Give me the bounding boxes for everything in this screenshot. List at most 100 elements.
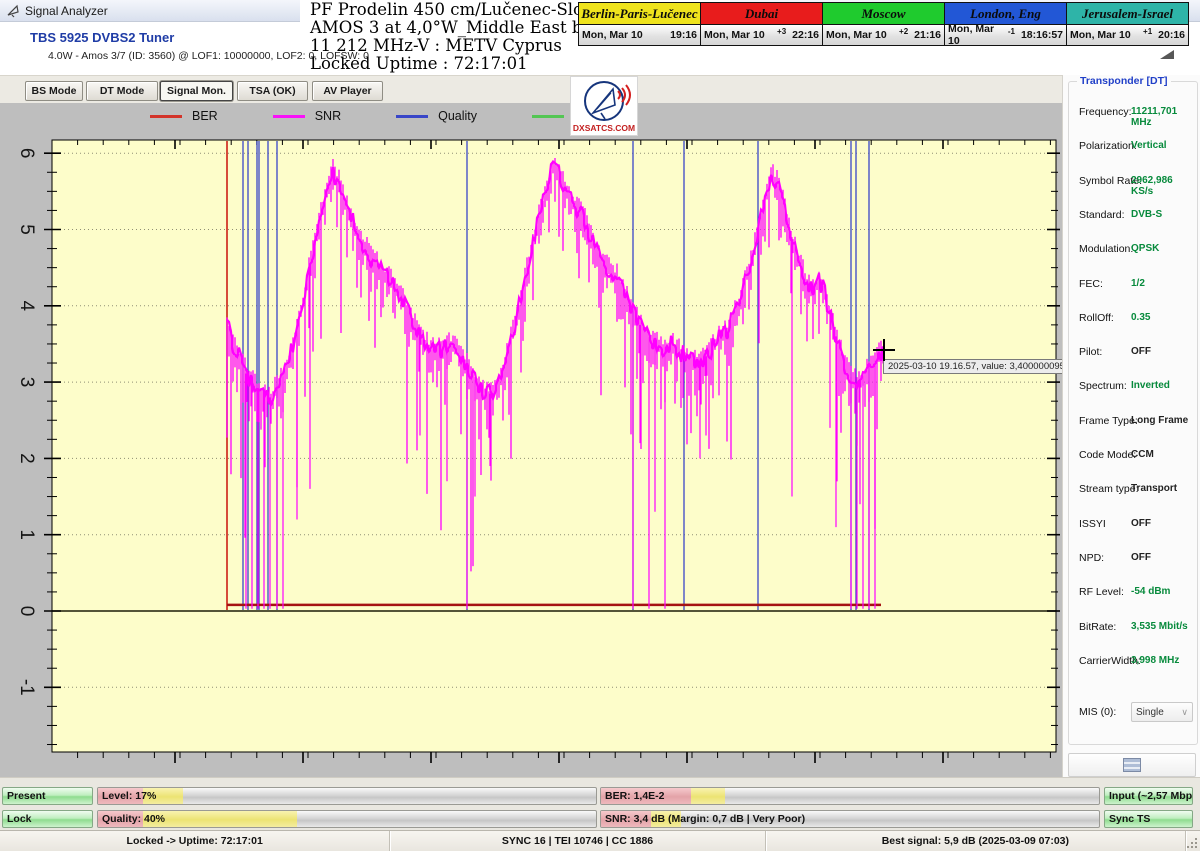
clock-berlin-paris-lu-enec: Berlin-Paris-Lučenec Mon, Mar 10 19:16 (579, 3, 701, 45)
panel-export-button[interactable] (1068, 753, 1196, 777)
field-label-stream-type: Stream type: (1079, 483, 1139, 495)
field-label-issyi: ISSYI (1079, 518, 1106, 530)
quality-gauge: Quality: 40% (97, 810, 597, 828)
clock-time-row: Mon, Mar 10+221:16 (823, 25, 944, 45)
export-icon (1123, 758, 1141, 772)
tab-bs-mode[interactable]: BS Mode (25, 81, 83, 101)
status-uptime: Locked -> Uptime: 72:17:01 (0, 831, 390, 851)
field-label-fec: FEC: (1079, 278, 1103, 290)
app-dish-icon (6, 4, 20, 18)
toolbar: BS ModeDT ModeSignal Mon.TSA (OK)AV Play… (0, 75, 1062, 104)
legend-item-snr: SNR (273, 109, 341, 123)
field-label-npd: NPD: (1079, 552, 1104, 564)
field-value-symbol-rate: 2962,986 KS/s (1131, 175, 1197, 197)
legend-swatch (150, 115, 182, 118)
field-value-rolloff: 0.35 (1131, 312, 1150, 323)
clock-time: 19:16 (670, 29, 697, 41)
tab-dt-mode[interactable]: DT Mode (86, 81, 158, 101)
field-label-spectrum: Spectrum: (1079, 380, 1127, 392)
clock-city: Berlin-Paris-Lučenec (579, 3, 700, 25)
clock-utc-offset: +1 (1143, 27, 1152, 36)
field-label-pilot: Pilot: (1079, 346, 1102, 358)
field-label-standard: Standard: (1079, 209, 1125, 221)
legend-swatch (273, 115, 305, 118)
clock-city: London, Eng (945, 3, 1066, 25)
field-value-frequency: 11211,701 MHz (1131, 106, 1197, 128)
watermark-icon (1160, 50, 1174, 59)
field-value-code-mode: CCM (1131, 449, 1154, 460)
ber-gauge-label: BER: 1,4E-2 (605, 788, 665, 804)
clock-city: Jerusalem-Israel (1067, 3, 1188, 25)
field-label-polarization: Polarization: (1079, 140, 1137, 152)
field-label-frequency: Frequency: (1079, 106, 1132, 118)
field-value-polarization: Vertical (1131, 140, 1167, 151)
chart-tooltip: 2025-03-10 19.16.57, value: 3,4000000953… (883, 359, 1062, 374)
field-value-issyi: OFF (1131, 518, 1151, 529)
clock-utc-offset: -1 (1008, 27, 1015, 36)
status-sync: SYNC 16 | TEI 10746 | CC 1886 (390, 831, 765, 851)
legend-label: SNR (315, 109, 341, 123)
legend-swatch (396, 115, 428, 118)
transponder-title: Transponder [DT] (1077, 75, 1171, 87)
tab-av-player[interactable]: AV Player (312, 81, 383, 101)
tab-signal-mon[interactable]: Signal Mon. (160, 81, 233, 101)
legend-item-quality: Quality (396, 109, 477, 123)
status-best-signal: Best signal: 5,9 dB (2025-03-09 07:03) (766, 831, 1186, 851)
present-indicator-label: Present (7, 788, 46, 804)
y-axis-label: 3 (16, 377, 37, 388)
mis-dropdown[interactable]: Single∨ (1131, 702, 1193, 722)
gauge-fill (143, 811, 297, 827)
snr-gauge-label: SNR: 3,4 dB (Margin: 0,7 dB | Very Poor) (605, 811, 805, 827)
signal-chart[interactable]: -10123456 BERSNRQualityLevel 2025-03-10 … (0, 103, 1062, 777)
y-axis-label: 2 (16, 453, 37, 464)
clock-time: 18:16:57 (1021, 29, 1063, 41)
field-label-frame-type: Frame Type: (1079, 415, 1138, 427)
clock-city: Dubai (701, 3, 822, 25)
input-indicator: Input (~2,57 Mbps) (1104, 787, 1193, 805)
clock-time: 20:16 (1158, 29, 1185, 41)
crosshair-cursor-v (883, 339, 885, 361)
field-label-rolloff: RollOff: (1079, 312, 1114, 324)
field-value-bitrate: 3,535 Mbit/s (1131, 621, 1188, 632)
gauge-fill (691, 788, 726, 804)
clock-date: Mon, Mar 10 (948, 23, 1008, 47)
y-axis-label: 1 (16, 529, 37, 540)
logo-text: DXSATCS.COM (573, 123, 635, 133)
clock-date: Mon, Mar 10 (704, 29, 765, 41)
plot-area[interactable] (52, 140, 1056, 752)
snr-gauge: SNR: 3,4 dB (Margin: 0,7 dB | Very Poor) (600, 810, 1100, 828)
clock-moscow: MoscowMon, Mar 10+221:16 (823, 3, 945, 45)
window-title: Signal Analyzer (25, 4, 108, 18)
sync-ts-indicator-label: Sync TS (1109, 811, 1150, 827)
ber-gauge: BER: 1,4E-2 (600, 787, 1100, 805)
level-gauge-label: Level: 17% (102, 788, 156, 804)
field-value-modulation: QPSK (1131, 243, 1159, 254)
chart-canvas[interactable]: -10123456 (0, 103, 1062, 777)
transponder-groupbox: Transponder [DT] Frequency:11211,701 MHz… (1068, 81, 1198, 745)
clock-date: Mon, Mar 10 (582, 29, 643, 41)
clock-city: Moscow (823, 3, 944, 25)
present-indicator: Present (2, 787, 93, 805)
field-value-spectrum: Inverted (1131, 380, 1170, 391)
dxsatcs-logo: DXSATCS.COM (570, 76, 638, 136)
annotation-line-4: Locked Uptime : 72:17:01 (310, 55, 627, 73)
clock-time: 21:16 (914, 29, 941, 41)
clock-date: Mon, Mar 10 (1070, 29, 1131, 41)
clock-jerusalem-israel: Jerusalem-Israel Mon, Mar 10 +1 20:16 (1067, 3, 1188, 45)
field-value-rf-level: -54 dBm (1131, 586, 1170, 597)
y-axis-label: -1 (16, 679, 37, 696)
tab-tsa-ok[interactable]: TSA (OK) (237, 81, 308, 101)
clock-time-row: Mon, Mar 10 19:16 (579, 25, 700, 45)
legend-label: Quality (438, 109, 477, 123)
clock-time-row: Mon, Mar 10 +1 20:16 (1067, 25, 1188, 45)
resize-grip[interactable] (1186, 831, 1200, 851)
mis-label: MIS (0): (1079, 706, 1116, 718)
field-label-rf-level: RF Level: (1079, 586, 1124, 598)
clock-utc-offset: +2 (899, 27, 908, 36)
legend-label: BER (192, 109, 218, 123)
field-value-fec: 1/2 (1131, 278, 1145, 289)
world-clocks: Berlin-Paris-Lučenec Mon, Mar 10 19:16 Duba… (578, 2, 1189, 46)
status-gauges: Present Level: 17% BER: 1,4E-2 Input (~2,57… (0, 777, 1200, 831)
field-label-modulation: Modulation: (1079, 243, 1133, 255)
field-value-standard: DVB-S (1131, 209, 1162, 220)
